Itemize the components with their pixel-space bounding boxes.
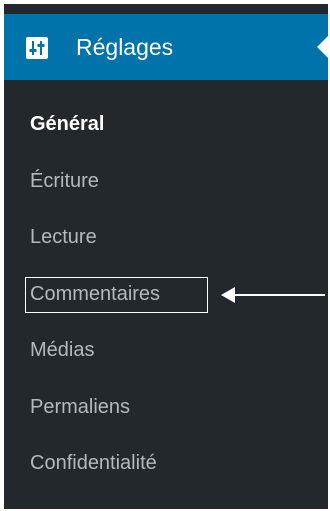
settings-sliders-icon xyxy=(26,37,48,59)
current-menu-indicator xyxy=(317,36,328,58)
menu-title: Réglages xyxy=(76,34,174,60)
submenu-item-general[interactable]: Général xyxy=(4,96,328,153)
submenu-item-permaliens[interactable]: Permaliens xyxy=(4,379,328,436)
arrow-left-icon xyxy=(221,287,325,303)
submenu-item-lecture[interactable]: Lecture xyxy=(4,209,328,266)
menu-reglages[interactable]: Réglages xyxy=(4,14,328,80)
submenu-item-medias[interactable]: Médias xyxy=(4,322,328,379)
submenu-item-confidentialite[interactable]: Confidentialité xyxy=(4,435,328,492)
submenu-item-ecriture[interactable]: Écriture xyxy=(4,153,328,210)
admin-sidebar: Réglages Général Écriture Lecture Commen… xyxy=(4,4,328,509)
